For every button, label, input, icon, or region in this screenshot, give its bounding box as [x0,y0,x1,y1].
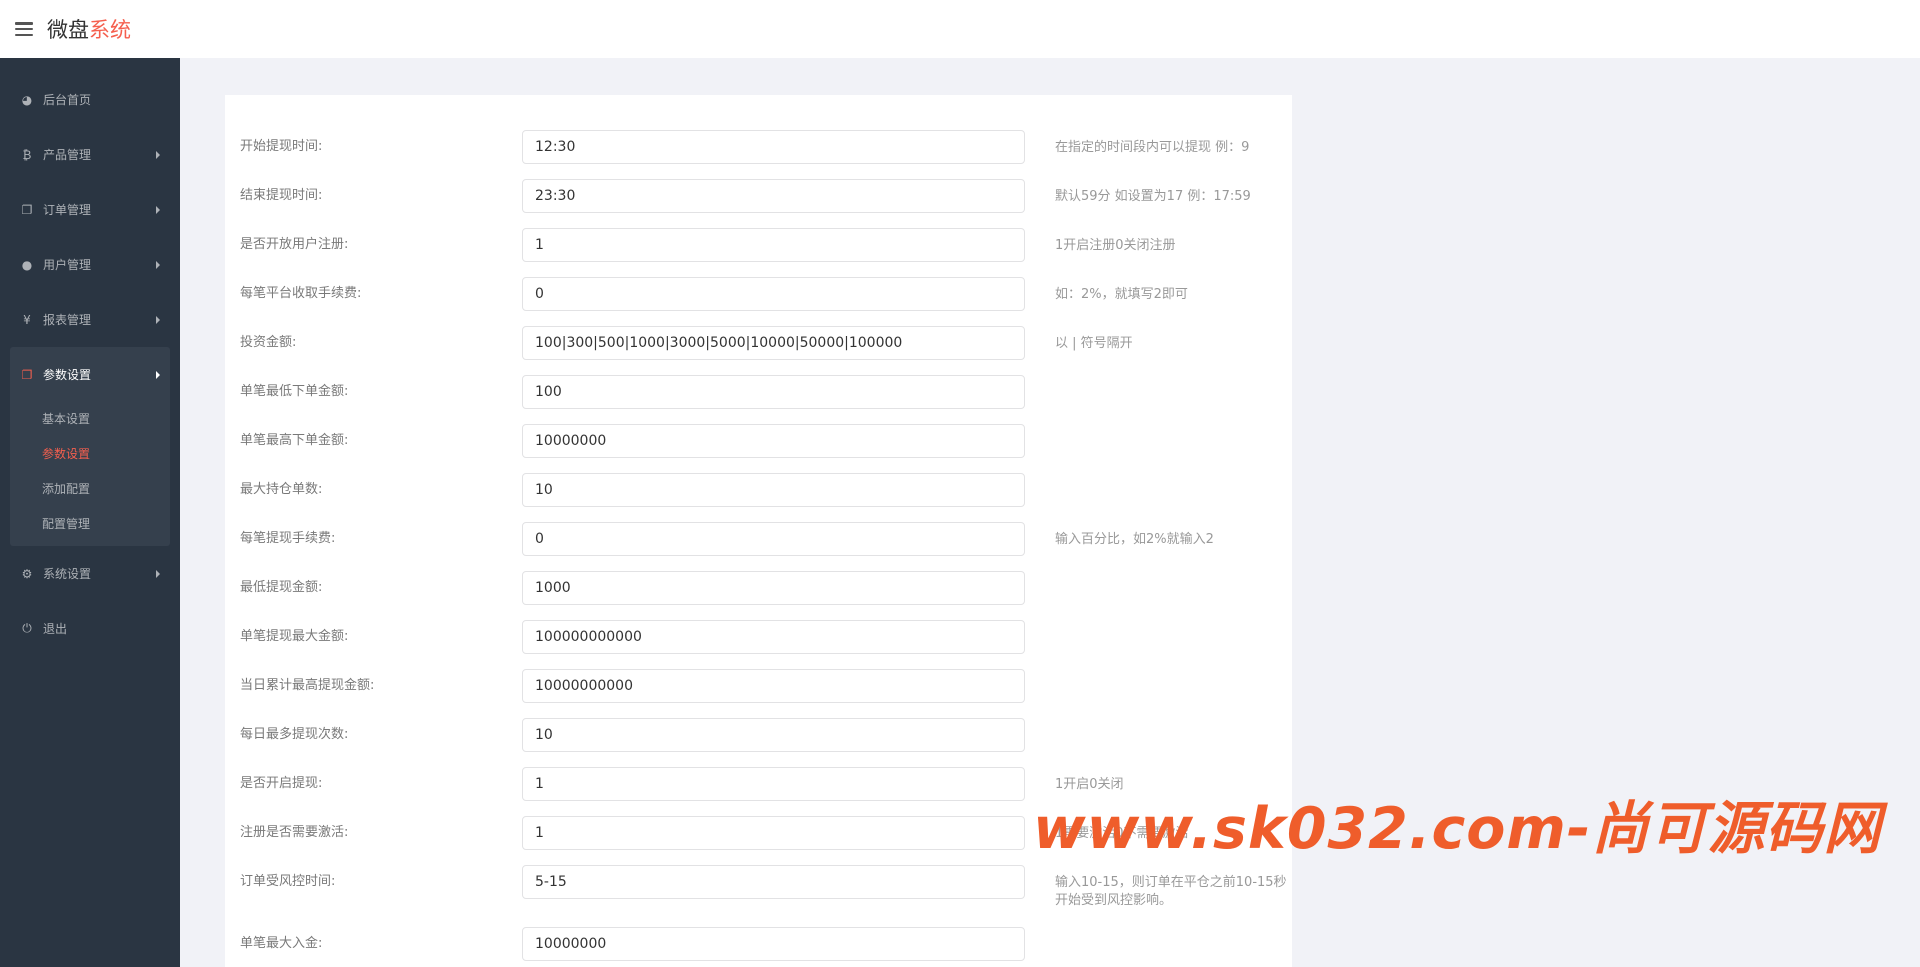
invest-amounts-input[interactable] [522,326,1025,360]
sidebar: ◕ 后台首页 ₿ 产品管理 ❐ 订单管理 ● 用户管理 ¥ 报表管理 ❐ 参数设… [0,58,180,967]
field-help: 在指定的时间段内可以提现 例：9 [1055,140,1250,155]
field-label: 单笔最大入金: [240,936,323,951]
field-label: 最低提现金额: [240,580,323,595]
field-label: 最大持仓单数: [240,482,323,497]
open-register-input[interactable] [522,228,1025,262]
caret-right-icon [156,260,160,269]
form-row-withdraw-end: 结束提现时间: 默认59分 如设置为17 例：17:59 [240,179,1280,213]
dashboard-icon: ◕ [21,92,33,107]
sidebar-item-label: 系统设置 [43,567,92,581]
risk-control-time-input[interactable] [522,865,1025,899]
sidebar-item-products[interactable]: ₿ 产品管理 [0,127,180,182]
sidebar-item-label: 报表管理 [43,313,92,327]
bitcoin-icon: ₿ [22,147,32,162]
field-help: 输入百分比，如2%就输入2 [1055,532,1214,547]
form-row-daily-withdraw-count: 每日最多提现次数: [240,718,1280,752]
sidebar-item-label: 退出 [43,622,68,636]
field-label: 单笔最低下单金额: [240,384,349,399]
power-icon: ⏻ [22,621,32,635]
form-row-min-withdraw: 最低提现金额: [240,571,1280,605]
submenu-item-config-manage[interactable]: 配置管理 [10,507,170,542]
caret-right-icon [156,569,160,578]
submenu-item-basic[interactable]: 基本设置 [10,402,170,437]
form-row-risk-control-time: 订单受风控时间: 输入10-15，则订单在平仓之前10-15秒开始受到风控影响。 [240,865,1287,908]
sidebar-item-dashboard[interactable]: ◕ 后台首页 [0,72,180,127]
max-single-withdraw-input[interactable] [522,620,1025,654]
field-help: 如：2%，就填写2即可 [1055,287,1188,302]
field-label: 是否开放用户注册: [240,237,349,252]
user-icon: ● [21,257,33,272]
min-order-input[interactable] [522,375,1025,409]
sidebar-item-reports[interactable]: ¥ 报表管理 [0,292,180,347]
sidebar-submenu: 基本设置 参数设置 添加配置 配置管理 [10,402,170,546]
sidebar-item-label: 后台首页 [43,93,92,107]
sidebar-item-users[interactable]: ● 用户管理 [0,237,180,292]
sidebar-item-params[interactable]: ❐ 参数设置 [10,347,170,402]
submenu-item-params[interactable]: 参数设置 [10,437,170,472]
caret-right-icon [156,315,160,324]
field-label: 订单受风控时间: [240,874,336,889]
field-help: 默认59分 如设置为17 例：17:59 [1055,189,1251,204]
brand-logo: 微盘系统 [47,14,131,44]
field-label: 当日累计最高提现金额: [240,678,375,693]
copy-icon: ❐ [21,202,33,217]
caret-right-icon [156,205,160,214]
platform-fee-input[interactable] [522,277,1025,311]
sidebar-item-label: 参数设置 [43,368,92,382]
caret-right-icon [156,370,160,379]
form-row-invest-amounts: 投资金额: 以 | 符号隔开 [240,326,1280,360]
menu-toggle-icon[interactable] [15,22,33,36]
field-label: 开始提现时间: [240,139,323,154]
field-label: 单笔提现最大金额: [240,629,349,644]
form-row-platform-fee: 每笔平台收取手续费: 如：2%，就填写2即可 [240,277,1280,311]
max-positions-input[interactable] [522,473,1025,507]
form-row-open-register: 是否开放用户注册: 1开启注册0关闭注册 [240,228,1280,262]
register-activation-input[interactable] [522,816,1025,850]
form-row-max-single-withdraw: 单笔提现最大金额: [240,620,1280,654]
field-help: 1开启注册0关闭注册 [1055,238,1176,253]
field-label: 结束提现时间: [240,188,323,203]
enable-withdraw-input[interactable] [522,767,1025,801]
field-label: 投资金额: [240,335,297,350]
form-row-max-positions: 最大持仓单数: [240,473,1280,507]
withdraw-fee-input[interactable] [522,522,1025,556]
field-label: 是否开启提现: [240,776,323,791]
withdraw-start-input[interactable] [522,130,1025,164]
max-order-input[interactable] [522,424,1025,458]
field-help: 以 | 符号隔开 [1055,336,1133,351]
sidebar-item-label: 订单管理 [43,203,92,217]
sidebar-group-params: ❐ 参数设置 基本设置 参数设置 添加配置 配置管理 [10,347,170,546]
copy-icon: ❐ [21,367,33,382]
top-header: 微盘系统 [0,0,1920,58]
min-withdraw-input[interactable] [522,571,1025,605]
sidebar-item-label: 产品管理 [43,148,92,162]
sidebar-item-logout[interactable]: ⏻ 退出 [0,601,180,656]
form-row-withdraw-start: 开始提现时间: 在指定的时间段内可以提现 例：9 [240,130,1280,164]
sidebar-item-orders[interactable]: ❐ 订单管理 [0,182,180,237]
sidebar-item-label: 用户管理 [43,258,92,272]
daily-withdraw-count-input[interactable] [522,718,1025,752]
max-deposit-input[interactable] [522,927,1025,961]
yen-icon: ¥ [23,312,31,327]
form-row-daily-max-withdraw: 当日累计最高提现金额: [240,669,1280,703]
form-row-max-order: 单笔最高下单金额: [240,424,1280,458]
watermark-text: www.sk032.com-尚可源码网 [1033,796,1882,862]
withdraw-end-input[interactable] [522,179,1025,213]
field-label: 每笔平台收取手续费: [240,286,362,301]
field-label: 每日最多提现次数: [240,727,349,742]
form-row-max-deposit: 单笔最大入金: [240,927,1280,961]
form-row-withdraw-fee: 每笔提现手续费: 输入百分比，如2%就输入2 [240,522,1280,556]
form-row-min-order: 单笔最低下单金额: [240,375,1280,409]
field-label: 每笔提现手续费: [240,531,336,546]
gears-icon: ⚙ [21,566,33,581]
sidebar-item-system[interactable]: ⚙ 系统设置 [0,546,180,601]
daily-max-withdraw-input[interactable] [522,669,1025,703]
field-label: 单笔最高下单金额: [240,433,349,448]
field-label: 注册是否需要激活: [240,825,349,840]
brand-main-text: 微盘 [47,18,89,42]
field-help: 输入10-15，则订单在平仓之前10-15秒开始受到风控影响。 [1055,875,1287,908]
caret-right-icon [156,150,160,159]
submenu-item-add-config[interactable]: 添加配置 [10,472,170,507]
brand-accent-text: 系统 [89,18,131,42]
